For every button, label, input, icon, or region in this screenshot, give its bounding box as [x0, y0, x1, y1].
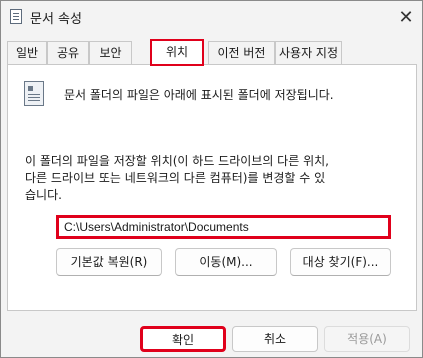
location-instructions: 이 폴더의 파일을 저장할 위치(이 하드 드라이브의 다른 위치, 다른 드라… — [25, 153, 405, 204]
tab-previous-versions[interactable]: 이전 버전 — [208, 41, 275, 65]
document-icon — [10, 9, 22, 24]
tab-security[interactable]: 보안 — [89, 41, 132, 65]
properties-dialog: 문서 속성 ✕ 일반 공유 보안 위치 이전 버전 사용자 지정 문서 폴더의 … — [0, 0, 423, 358]
apply-button[interactable]: 적용(A) — [324, 326, 410, 352]
window-title: 문서 속성 — [30, 12, 82, 27]
tab-location[interactable]: 위치 — [150, 39, 204, 66]
document-folder-icon — [24, 81, 44, 106]
title-bar: 문서 속성 ✕ — [1, 1, 422, 35]
restore-default-button[interactable]: 기본값 복원(R) — [56, 248, 162, 276]
ok-button[interactable]: 확인 — [140, 326, 226, 352]
location-description: 문서 폴더의 파일은 아래에 표시된 폴더에 저장됩니다. — [64, 88, 334, 102]
cancel-button[interactable]: 취소 — [232, 326, 318, 352]
instructions-line: 이 폴더의 파일을 저장할 위치(이 하드 드라이브의 다른 위치, — [25, 154, 329, 168]
find-target-button[interactable]: 대상 찾기(F)... — [290, 248, 391, 276]
close-icon[interactable]: ✕ — [392, 3, 420, 31]
tab-customize[interactable]: 사용자 지정 — [275, 41, 342, 65]
tab-sharing[interactable]: 공유 — [47, 41, 89, 65]
folder-path-input[interactable]: C:\Users\Administrator\Documents — [56, 215, 391, 239]
tab-general[interactable]: 일반 — [7, 41, 47, 65]
move-button[interactable]: 이동(M)... — [175, 248, 277, 276]
instructions-line: 다른 드라이브 또는 네트워크의 다른 컴퓨터)를 변경할 수 있 — [25, 171, 326, 185]
location-tab-panel: 문서 폴더의 파일은 아래에 표시된 폴더에 저장됩니다. 이 폴더의 파일을 … — [7, 64, 417, 311]
instructions-line: 습니다. — [25, 188, 62, 202]
